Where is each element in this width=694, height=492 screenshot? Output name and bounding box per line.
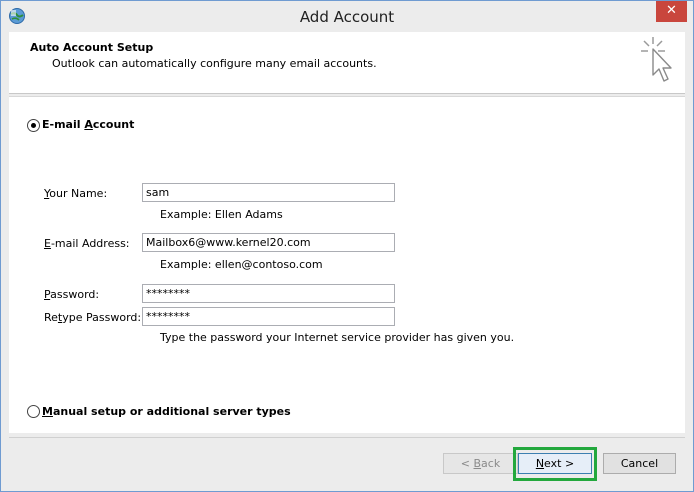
- retype-password-input[interactable]: ********: [142, 307, 395, 326]
- email-address-hint: Example: ellen@contoso.com: [160, 258, 323, 271]
- add-account-dialog: Add Account ✕ Auto Account Setup Outlook…: [0, 0, 694, 492]
- email-address-label: E-mail Address:: [44, 237, 130, 250]
- close-button[interactable]: ✕: [656, 1, 687, 22]
- your-name-hint: Example: Ellen Adams: [160, 208, 283, 221]
- retype-password-label: Retype Password:: [44, 311, 142, 324]
- password-hint: Type the password your Internet service …: [160, 331, 515, 344]
- back-button[interactable]: < Back: [443, 453, 518, 474]
- header-subtitle: Outlook can automatically configure many…: [52, 57, 377, 70]
- next-button[interactable]: Next >: [518, 453, 592, 474]
- manual-setup-label[interactable]: Manual setup or additional server types: [42, 405, 291, 418]
- cancel-button[interactable]: Cancel: [603, 453, 676, 474]
- header-title: Auto Account Setup: [30, 41, 154, 54]
- radio-selected-dot: [31, 123, 36, 128]
- window-title: Add Account: [299, 8, 395, 26]
- footer-divider: [9, 437, 685, 438]
- close-icon: ✕: [666, 3, 677, 18]
- your-name-input[interactable]: sam: [142, 183, 395, 202]
- password-label: Password:: [44, 288, 100, 301]
- email-account-label[interactable]: E-mail Account: [42, 118, 134, 131]
- sparkle-cursor-icon: [641, 37, 672, 82]
- your-name-label: Your Name:: [44, 187, 108, 200]
- email-address-input[interactable]: Mailbox6@www.kernel20.com: [142, 233, 395, 252]
- title-bar[interactable]: Add Account ✕: [1, 1, 693, 32]
- manual-setup-radio[interactable]: [27, 405, 40, 418]
- account-form-panel: E-mail Account Your Name: sam Example: E…: [9, 96, 685, 433]
- header-panel: Auto Account Setup Outlook can automatic…: [9, 32, 685, 94]
- email-account-radio[interactable]: [27, 119, 40, 132]
- password-input[interactable]: ********: [142, 284, 395, 303]
